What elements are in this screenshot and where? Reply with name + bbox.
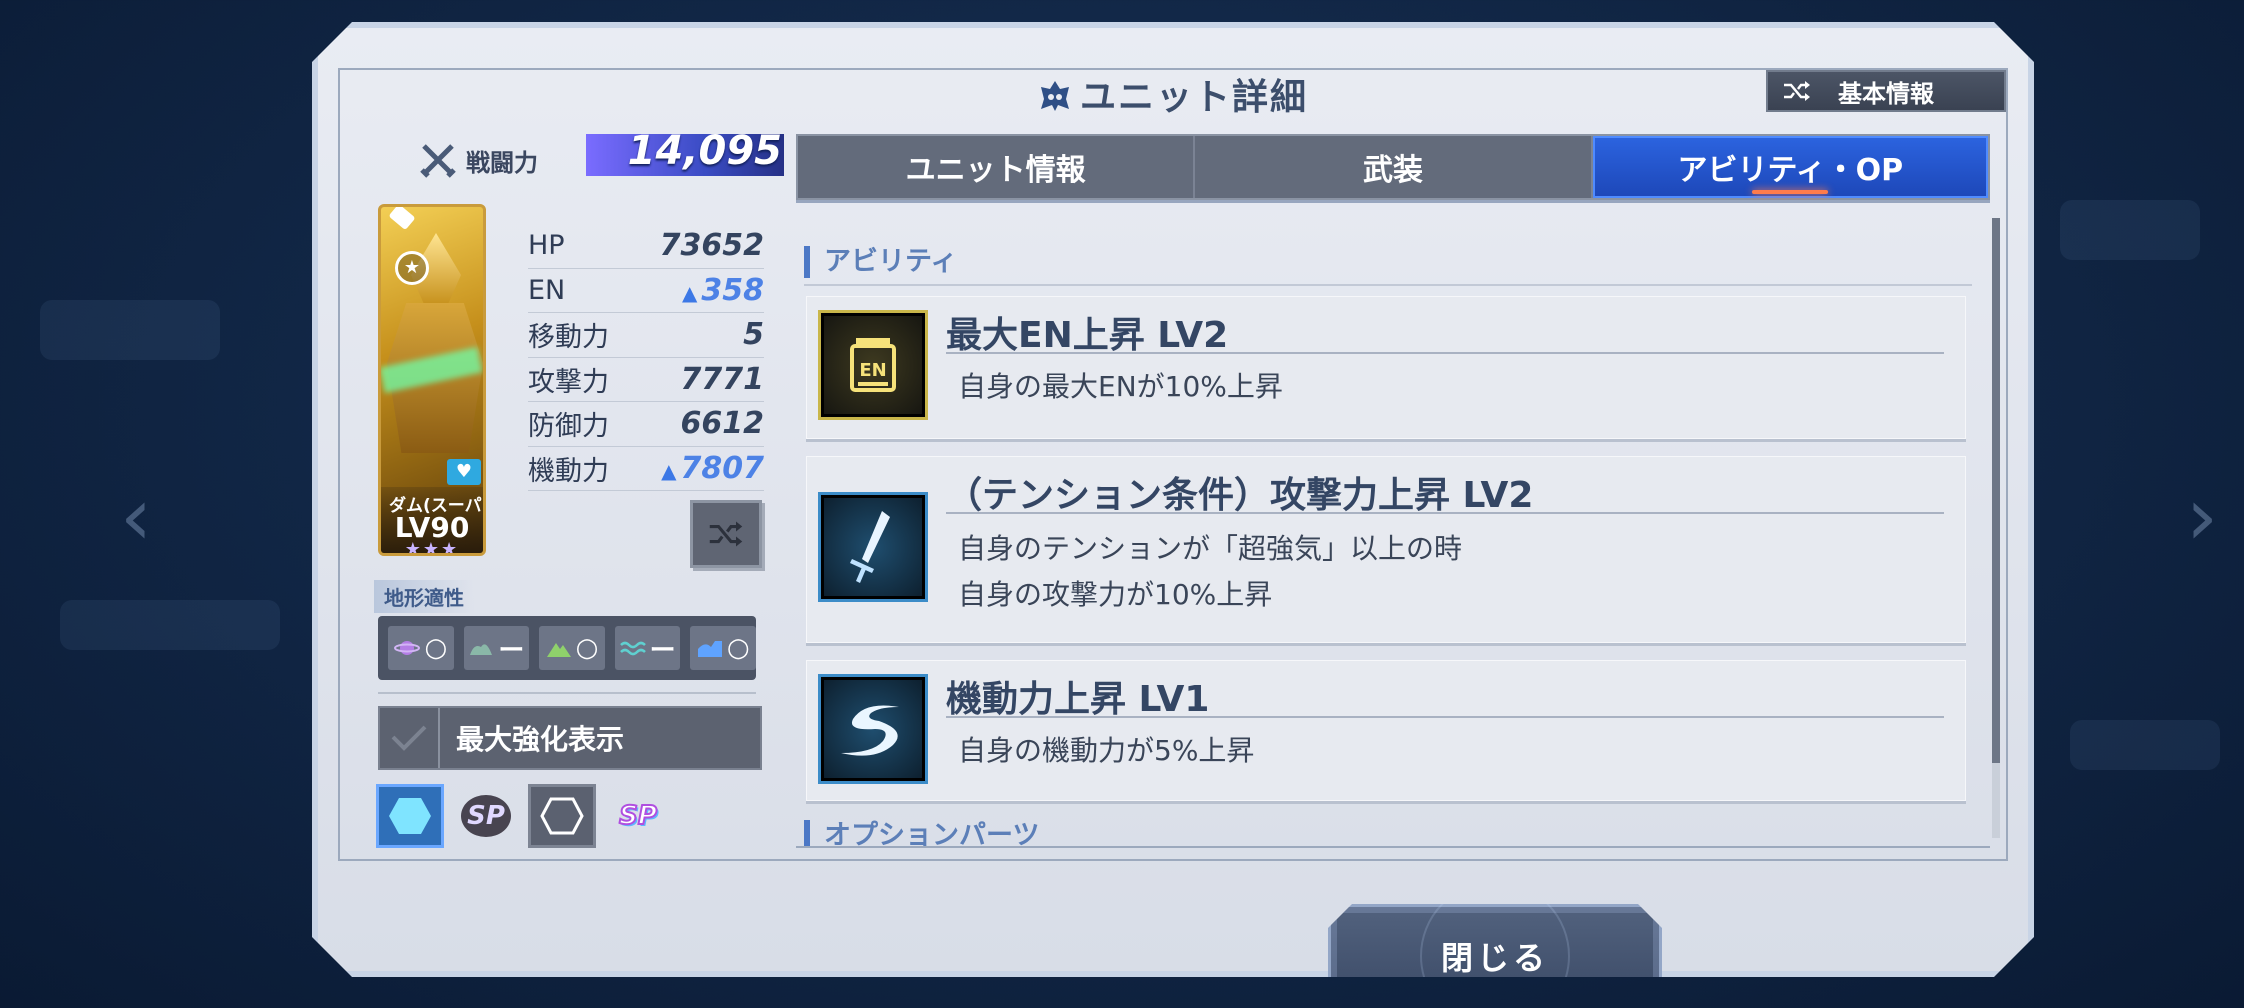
checkbox[interactable] [380, 708, 440, 768]
detail-tabs: ユニット情報 武装 アビリティ・OP [796, 134, 1990, 200]
star-badge-icon: ★ [395, 251, 429, 285]
basic-info-label: 基本情報 [1838, 79, 1934, 108]
ability-card: （テンション条件）攻撃力上昇 LV2 自身のテンションが「超強気」以上の時 自身… [806, 456, 1966, 646]
hexagon-outline-icon [540, 796, 584, 836]
page-title-text: ユニット詳細 [1079, 77, 1308, 118]
stat-row-mobility: 機動力 ▲ 7807 [528, 447, 764, 492]
close-button[interactable]: 閉じる [1328, 904, 1662, 1008]
tag-icon [388, 204, 415, 230]
terrain-panel: ○ ー ○ ー ○ [378, 616, 756, 680]
stat-row-en: EN ▲ 358 [528, 269, 764, 314]
favorite-heart-icon: ♥ [447, 459, 481, 485]
terrain-space: ○ [388, 626, 454, 670]
sword-icon [818, 492, 928, 602]
ability-title: 機動力上昇 LV1 [946, 679, 1210, 720]
ability-title: 最大EN上昇 LV2 [946, 315, 1229, 356]
chip-sp-color[interactable]: SP [604, 784, 672, 848]
land-icon [546, 637, 572, 659]
max-enhance-label: 最大強化表示 [456, 723, 625, 756]
terrain-underwater: ○ [690, 626, 756, 670]
terrain-land: ○ [539, 626, 605, 670]
en-battery-icon: EN [818, 310, 928, 420]
tab-ability-op[interactable]: アビリティ・OP [1593, 136, 1988, 198]
terrain-water: ー [615, 626, 681, 670]
chip-hex-active[interactable] [376, 784, 444, 848]
chip-sp-dark[interactable]: SP [452, 784, 520, 848]
boost-up-icon: ▲ [661, 458, 677, 483]
stat-row-hp: HP 73652 [528, 224, 764, 269]
mobility-icon [818, 674, 928, 784]
ability-description: 自身のテンションが「超強気」以上の時 [958, 532, 1463, 565]
ability-description: 自身の最大ENが10%上昇 [958, 370, 1283, 403]
ability-card: 機動力上昇 LV1 自身の機動力が5%上昇 [806, 660, 1966, 804]
terrain-label: 地形適性 [374, 580, 474, 613]
stat-row-movement: 移動力 5 [528, 313, 764, 358]
space-icon [394, 637, 420, 659]
basic-info-button[interactable]: 基本情報 [1766, 70, 2006, 112]
boost-up-icon: ▲ [681, 280, 698, 305]
section-ability: アビリティ [804, 246, 1992, 278]
terrain-air: ー [464, 626, 530, 670]
tab-unit-info[interactable]: ユニット情報 [798, 136, 1195, 198]
unit-head-icon [1038, 79, 1072, 113]
section-option-parts: オプションパーツ [804, 820, 1992, 846]
combat-power-value: 14,095 [627, 128, 782, 174]
shuffle-icon [1782, 79, 1812, 103]
svg-text:EN: EN [859, 360, 886, 381]
prev-unit-arrow[interactable]: ‹ [120, 470, 152, 563]
max-enhance-toggle[interactable]: 最大強化表示 [378, 706, 762, 770]
ability-card: EN 最大EN上昇 LV2 自身の最大ENが10%上昇 [806, 296, 1966, 442]
ability-title: （テンション条件）攻撃力上昇 LV2 [946, 475, 1534, 516]
stat-row-defense: 防御力 6612 [528, 402, 764, 447]
ability-description: 自身の機動力が5%上昇 [958, 734, 1255, 767]
underwater-icon [697, 637, 723, 659]
stat-row-attack: 攻撃力 7771 [528, 358, 764, 403]
hexagon-icon [388, 796, 432, 836]
combat-power-label: 戦闘力 [466, 148, 538, 177]
chip-hex-outline[interactable] [528, 784, 596, 848]
unit-card: ★ ♥ ダム(スーパー LV90 ★★★ [378, 204, 486, 556]
enhance-chips: SP SP [376, 784, 672, 848]
stats-panel: HP 73652 EN ▲ 358 移動力 5 攻撃力 7771 防御力 6612… [528, 224, 764, 491]
ability-list[interactable]: アビリティ EN 最大EN上昇 LV2 自身の最大ENが10%上昇 （テンション… [798, 218, 1992, 846]
rarity-stars: ★★★ [404, 539, 460, 556]
tab-weapons[interactable]: 武装 [1195, 136, 1592, 198]
unit-detail-window: ユニット詳細 基本情報 戦闘力 14,095 ★ ♥ ダム(スーパー LV90 … [312, 22, 2034, 977]
crossed-swords-icon [418, 140, 458, 180]
scrollbar-thumb[interactable] [1992, 218, 2000, 763]
ability-description: 自身の攻撃力が10%上昇 [958, 578, 1273, 611]
air-icon [468, 637, 494, 659]
form-switch-button[interactable] [690, 500, 762, 568]
check-icon [389, 723, 429, 753]
combat-power: 戦闘力 14,095 [418, 140, 538, 180]
shuffle-icon [706, 519, 746, 549]
next-unit-arrow[interactable]: › [2186, 470, 2218, 563]
water-icon [620, 637, 646, 659]
